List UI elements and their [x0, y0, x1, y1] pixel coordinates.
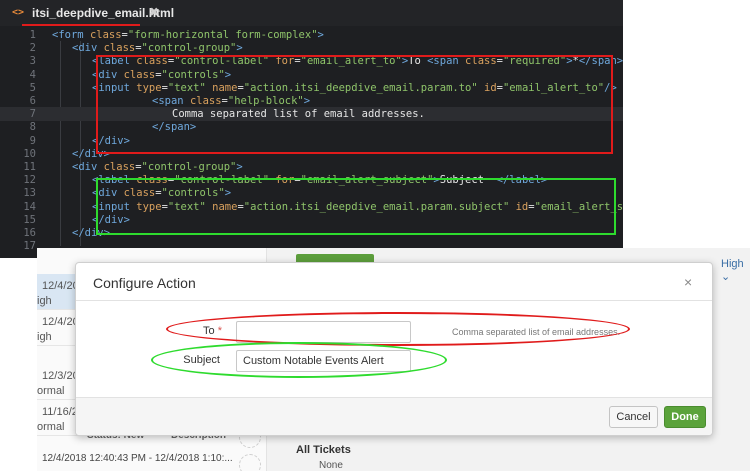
line-number: 6	[29, 95, 36, 107]
filename-underline	[22, 24, 140, 26]
code-line[interactable]: 2 <div class="control-group">	[0, 41, 623, 55]
code-text: <form class="form-horizontal form-comple…	[52, 29, 324, 41]
subject-field-code-highlight	[96, 178, 616, 235]
close-tab-icon[interactable]: ✖	[149, 5, 159, 19]
code-line[interactable]: 1 <form class="form-horizontal form-compl…	[0, 28, 623, 42]
line-number: 15	[23, 213, 36, 226]
tickets-title: All Tickets	[296, 444, 351, 456]
to-field-ui-highlight	[166, 312, 630, 346]
row-date: 12/3/20	[42, 370, 79, 382]
subject-field-ui-highlight	[151, 342, 447, 378]
close-icon[interactable]: ×	[684, 274, 692, 290]
dialog-header: Configure Action ×	[76, 263, 712, 301]
line-number: 10	[23, 147, 36, 160]
line-number: 17	[23, 240, 36, 253]
to-field-code-highlight	[96, 55, 613, 154]
line-number: 13	[23, 187, 36, 200]
editor-tab-bar: <> itsi_deepdive_email.html ✖	[0, 0, 623, 26]
line-number: 8	[29, 121, 36, 134]
code-text: <div class="control-group">	[72, 161, 243, 173]
code-editor: <> itsi_deepdive_email.html ✖ 1 <form cla…	[0, 0, 623, 258]
row-severity: igh	[37, 295, 52, 307]
line-number: 3	[29, 55, 36, 68]
dialog-footer: Cancel Done	[76, 397, 712, 435]
line-number: 4	[29, 68, 36, 81]
row-severity: igh	[37, 331, 52, 343]
severity-dropdown[interactable]: High ⌄	[721, 258, 750, 283]
line-number: 7	[29, 108, 36, 121]
code-line[interactable]: 11 <div class="control-group">	[0, 160, 623, 174]
line-number: 14	[23, 200, 36, 213]
time-range-text: 12/4/2018 12:40:43 PM - 12/4/2018 1:10:.…	[42, 453, 233, 464]
dialog-title: Configure Action	[93, 275, 196, 291]
line-number: 9	[29, 134, 36, 147]
line-number: 1	[29, 29, 36, 41]
cancel-button[interactable]: Cancel	[609, 406, 658, 428]
line-number: 16	[23, 227, 36, 239]
tickets-none: None	[319, 460, 343, 471]
line-number: 11	[23, 161, 36, 173]
done-button[interactable]: Done	[664, 406, 706, 428]
row-date: 11/16/2	[42, 406, 78, 418]
row-severity: ormal	[37, 421, 65, 433]
avatar-placeholder	[239, 454, 261, 471]
html-file-icon: <>	[12, 7, 25, 18]
editor-tab[interactable]: <> itsi_deepdive_email.html ✖	[6, 3, 174, 25]
line-number: 12	[23, 174, 36, 187]
row-severity: ormal	[37, 385, 65, 397]
line-number: 5	[29, 81, 36, 94]
line-number: 2	[29, 42, 36, 55]
code-text: <div class="control-group">	[72, 42, 243, 55]
